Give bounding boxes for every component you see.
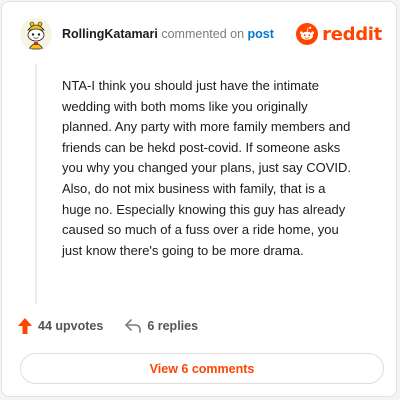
upvote-button[interactable]: 44 upvotes: [18, 318, 103, 334]
replies-button[interactable]: 6 replies: [125, 319, 198, 333]
brand-name: reddit: [322, 23, 382, 45]
view-comments-button[interactable]: View 6 comments: [20, 353, 384, 384]
post-link[interactable]: post: [248, 27, 274, 41]
reddit-logo-icon: [296, 23, 319, 45]
comment-card: RollingKatamari commented on post reddit…: [1, 1, 397, 397]
reply-arrow-icon: [125, 319, 142, 333]
comment-header: RollingKatamari commented on post reddit: [20, 16, 382, 52]
username-link[interactable]: RollingKatamari: [62, 27, 158, 41]
snoo-avatar-icon: [20, 18, 52, 50]
thread-line[interactable]: [35, 64, 37, 304]
user-avatar[interactable]: [20, 18, 52, 50]
reddit-brand[interactable]: reddit: [296, 23, 382, 45]
upvotes-label: 44 upvotes: [38, 319, 104, 333]
comment-actions: 44 upvotes 6 replies: [18, 318, 198, 334]
upvote-arrow-icon: [18, 318, 32, 334]
comment-meta: RollingKatamari commented on post: [62, 27, 274, 41]
action-text: commented on: [161, 27, 245, 41]
comment-body: NTA-I think you should just have the int…: [62, 78, 352, 258]
replies-label: 6 replies: [147, 319, 199, 333]
